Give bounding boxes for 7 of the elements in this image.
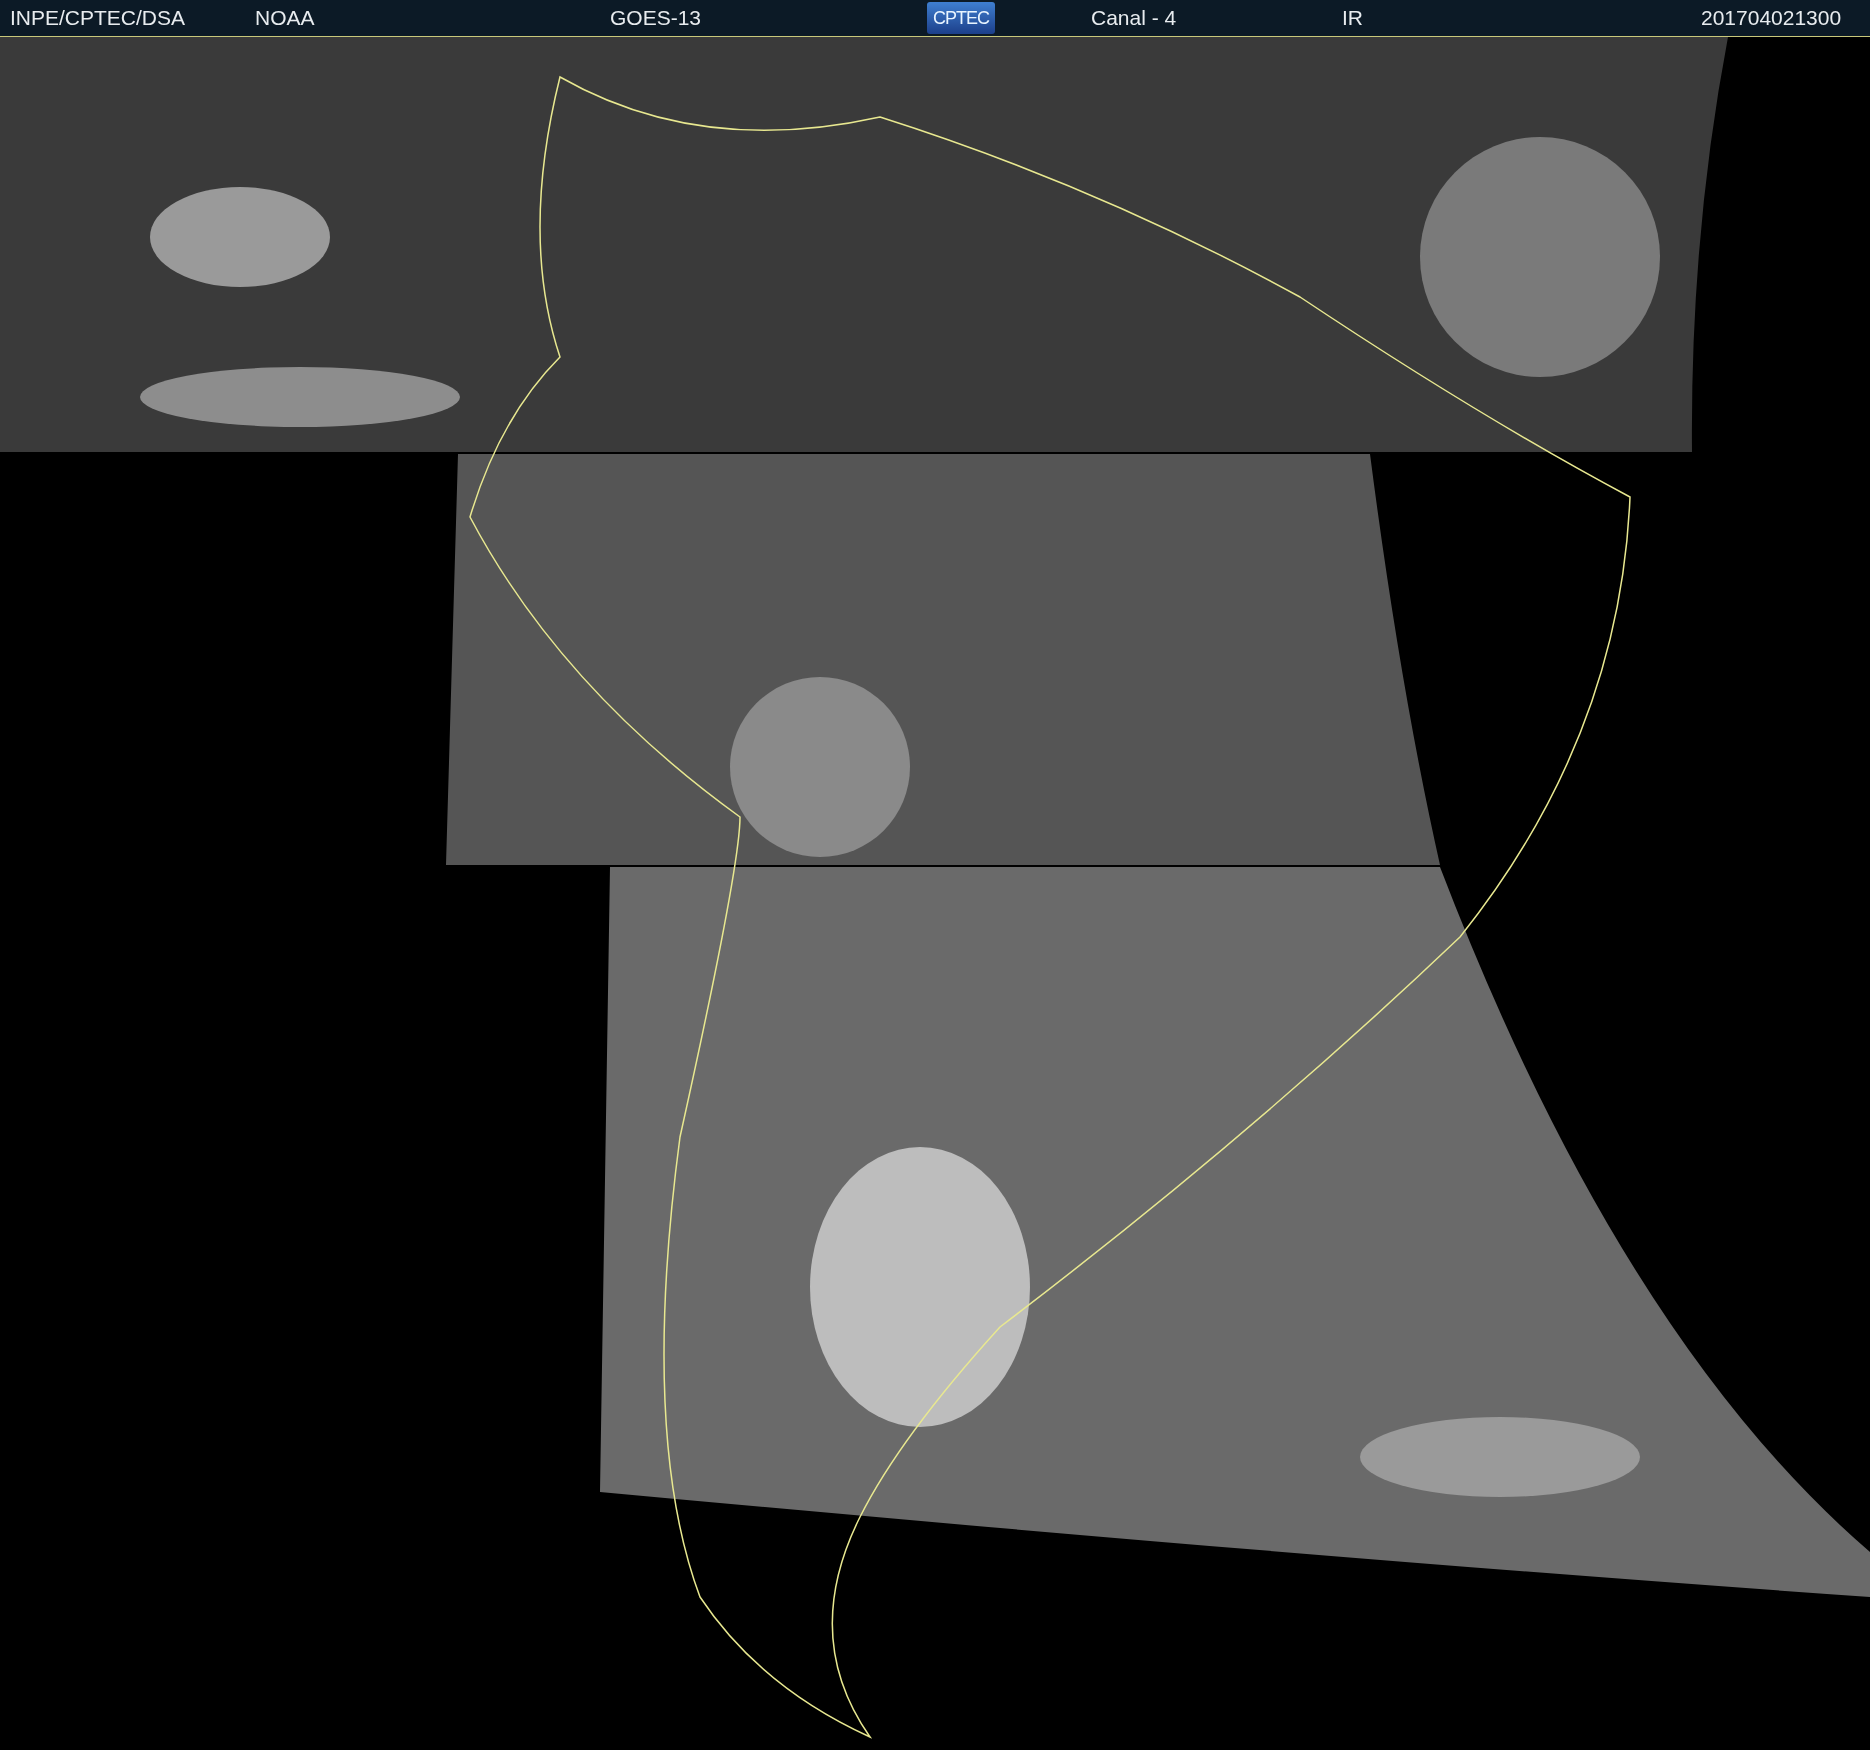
header-label: NOAA bbox=[255, 6, 316, 30]
header-label: 201704021300 bbox=[1701, 6, 1843, 30]
header-label: IR bbox=[1342, 6, 1364, 30]
header-label: GOES-13 bbox=[610, 6, 703, 30]
header-label: INPE/CPTEC/DSA bbox=[10, 6, 187, 30]
header-label: Canal - 4 bbox=[1091, 6, 1178, 30]
logo-badge: CPTEC bbox=[927, 2, 995, 34]
